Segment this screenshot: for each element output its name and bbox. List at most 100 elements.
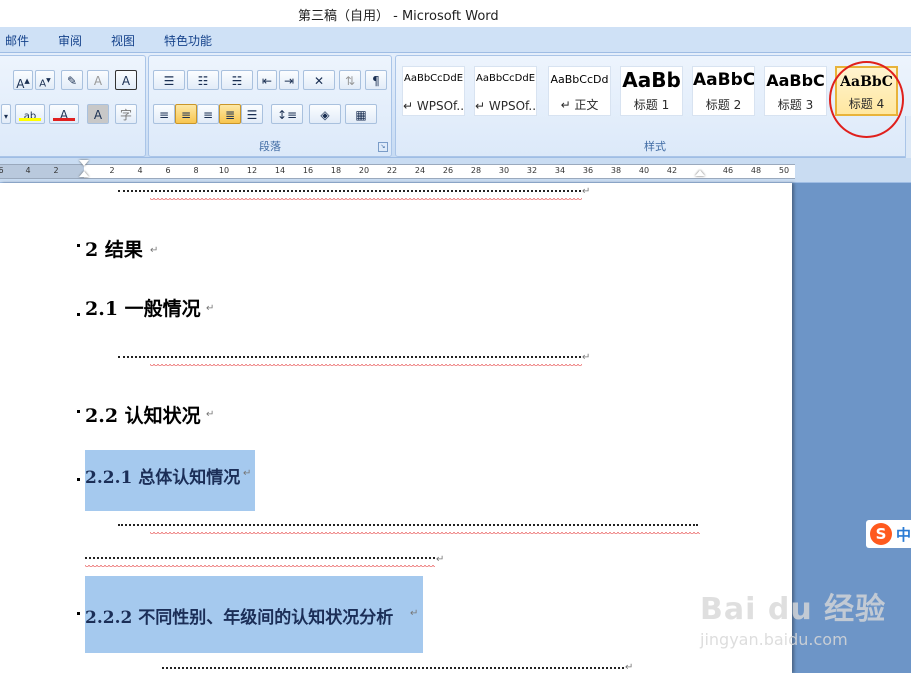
- highlight-button[interactable]: ab: [15, 104, 45, 124]
- spellcheck-underline: [150, 364, 582, 367]
- spellcheck-underline: [85, 565, 435, 568]
- style-wpsoffice-2[interactable]: AaBbCcDdE ↵ WPSOf...: [474, 66, 537, 116]
- grow-font-button[interactable]: A▲: [13, 70, 33, 91]
- hanging-indent-marker[interactable]: [79, 171, 89, 177]
- font-color-button[interactable]: A: [49, 104, 79, 124]
- shading-button[interactable]: ◈: [309, 104, 341, 124]
- numbered-list-icon: ☷: [197, 74, 209, 88]
- ruler-number: 38: [610, 166, 622, 175]
- dotted-text-line: [118, 186, 581, 192]
- ime-status-badge[interactable]: S 中: [866, 520, 911, 548]
- ruler-number: 40: [638, 166, 650, 175]
- paragraph-mark: ↵: [436, 554, 445, 565]
- pilcrow-icon: ¶: [372, 74, 380, 88]
- ruler-number: 2: [53, 166, 59, 175]
- numbering-button[interactable]: ☷: [187, 70, 219, 90]
- ruler-number: 14: [274, 166, 286, 175]
- align-left-icon: ≡: [158, 108, 170, 122]
- ruler-number: 20: [358, 166, 370, 175]
- dotted-text-line: [85, 553, 435, 559]
- ruler-track: 6 4 2 2 4 6 8 10 12 14 16 18 20 22 24 26…: [0, 164, 795, 179]
- chinese-layout-icon: ✕: [313, 74, 325, 88]
- tab-special-features[interactable]: 特色功能: [164, 32, 212, 49]
- outdent-icon: ⇤: [261, 74, 273, 88]
- ruler-number: 18: [330, 166, 342, 175]
- char-shading-button[interactable]: A: [87, 104, 109, 124]
- window-title: 第三稿（自用） - Microsoft Word: [298, 9, 499, 24]
- horizontal-ruler[interactable]: 6 4 2 2 4 6 8 10 12 14 16 18 20 22 24 26…: [0, 158, 911, 183]
- heading-bullet: [77, 410, 80, 413]
- ruler-number: 22: [386, 166, 398, 175]
- dotted-text-line: [118, 520, 698, 526]
- title-bar: 第三稿（自用） - Microsoft Word: [0, 0, 911, 27]
- paragraph-mark: ↵: [582, 352, 591, 363]
- ruler-number: 6: [165, 166, 171, 175]
- ruler-number: 8: [193, 166, 199, 175]
- align-right-button[interactable]: ≡: [197, 104, 219, 124]
- multilevel-list-button[interactable]: ☵: [221, 70, 253, 90]
- char-border-button[interactable]: A: [115, 70, 137, 90]
- align-center-icon: ≡: [180, 108, 192, 122]
- chinese-layout-button[interactable]: ✕: [303, 70, 335, 90]
- sort-button[interactable]: ⇅: [339, 70, 361, 90]
- line-spacing-icon: ↕≡: [276, 108, 298, 122]
- baidu-jingyan-watermark: Bai du 经验: [700, 592, 887, 627]
- heading-results[interactable]: 2 结果: [85, 235, 143, 262]
- shrink-font-button[interactable]: A▼: [35, 70, 55, 90]
- align-left-button[interactable]: ≡: [153, 104, 175, 124]
- tab-view[interactable]: 视图: [111, 32, 135, 49]
- align-right-icon: ≡: [202, 108, 214, 122]
- align-center-button[interactable]: ≡: [175, 104, 197, 124]
- bullet-list-icon: ☰: [163, 74, 175, 88]
- sort-icon: ⇅: [344, 74, 356, 88]
- ruler-number: 32: [526, 166, 538, 175]
- ruler-number: 6: [0, 166, 4, 175]
- distributed-button[interactable]: ☰: [241, 104, 263, 124]
- clear-format-button[interactable]: ✎: [61, 70, 83, 90]
- heading-overall-cognition[interactable]: 2.2.1 总体认知情况: [85, 463, 240, 488]
- heading-gender-grade-analysis[interactable]: 2.2.2 不同性别、年级间的认知状况分析: [85, 603, 393, 628]
- phonetic-guide-button[interactable]: A: [87, 70, 109, 90]
- enclose-char-button[interactable]: 字: [115, 104, 137, 124]
- style-heading-3[interactable]: AaBbC 标题 3: [764, 66, 827, 116]
- styles-group: AaBbCcDdE ↵ WPSOf... AaBbCcDdE ↵ WPSOf..…: [395, 55, 911, 157]
- eraser-icon: ✎: [66, 74, 78, 88]
- style-normal[interactable]: AaBbCcDd ↵ 正文: [548, 66, 611, 116]
- first-line-indent-marker[interactable]: [79, 160, 89, 166]
- spellcheck-underline: [150, 532, 700, 535]
- style-heading-2[interactable]: AaBbC 标题 2: [692, 66, 755, 116]
- heading-bullet: [77, 478, 80, 481]
- borders-button[interactable]: ▦: [345, 104, 377, 124]
- heading-bullet: [77, 612, 80, 615]
- ruler-number: 46: [722, 166, 734, 175]
- paragraph-mark: ↵: [206, 303, 215, 314]
- tab-mailings[interactable]: 邮件: [5, 32, 29, 49]
- styles-group-label: 样式: [644, 140, 666, 153]
- paragraph-dialog-launcher[interactable]: ↘: [378, 142, 388, 152]
- paragraph-mark: ↵: [206, 409, 215, 420]
- watermark-url: jingyan.baidu.com: [700, 630, 848, 649]
- bullets-button[interactable]: ☰: [153, 70, 185, 90]
- increase-indent-button[interactable]: ⇥: [279, 70, 299, 90]
- ruler-number: 28: [470, 166, 482, 175]
- heading-cognition[interactable]: 2.2 认知状况: [85, 401, 201, 428]
- paragraph-group: ☰ ☷ ☵ ⇤ ⇥ ✕ ⇅ ¶ ≡ ≡ ≡ ≣ ☰ ↕≡ ◈ ▦ 段落 ↘: [148, 55, 392, 157]
- right-indent-marker[interactable]: [695, 170, 705, 176]
- font-size-dropdown[interactable]: ▾: [1, 104, 11, 124]
- style-heading-1[interactable]: AaBb 标题 1: [620, 66, 683, 116]
- ruler-number: 2: [109, 166, 115, 175]
- heading-general[interactable]: 2.1 一般情况: [85, 294, 201, 321]
- font-group: A▲ A▼ ✎ A A ▾ ab A A 字: [0, 55, 146, 157]
- style-heading-4[interactable]: AaBbC 标题 4: [835, 66, 898, 116]
- ruler-number: 26: [442, 166, 454, 175]
- decrease-indent-button[interactable]: ⇤: [257, 70, 277, 90]
- style-wpsoffice-1[interactable]: AaBbCcDdE ↵ WPSOf...: [402, 66, 465, 116]
- justify-icon: ≣: [224, 108, 236, 122]
- distributed-icon: ☰: [246, 108, 258, 122]
- line-spacing-button[interactable]: ↕≡: [271, 104, 303, 124]
- tab-review[interactable]: 审阅: [58, 32, 82, 49]
- ruler-number: 36: [582, 166, 594, 175]
- show-marks-button[interactable]: ¶: [365, 70, 387, 90]
- heading-bullet: [77, 244, 80, 247]
- justify-button[interactable]: ≣: [219, 104, 241, 124]
